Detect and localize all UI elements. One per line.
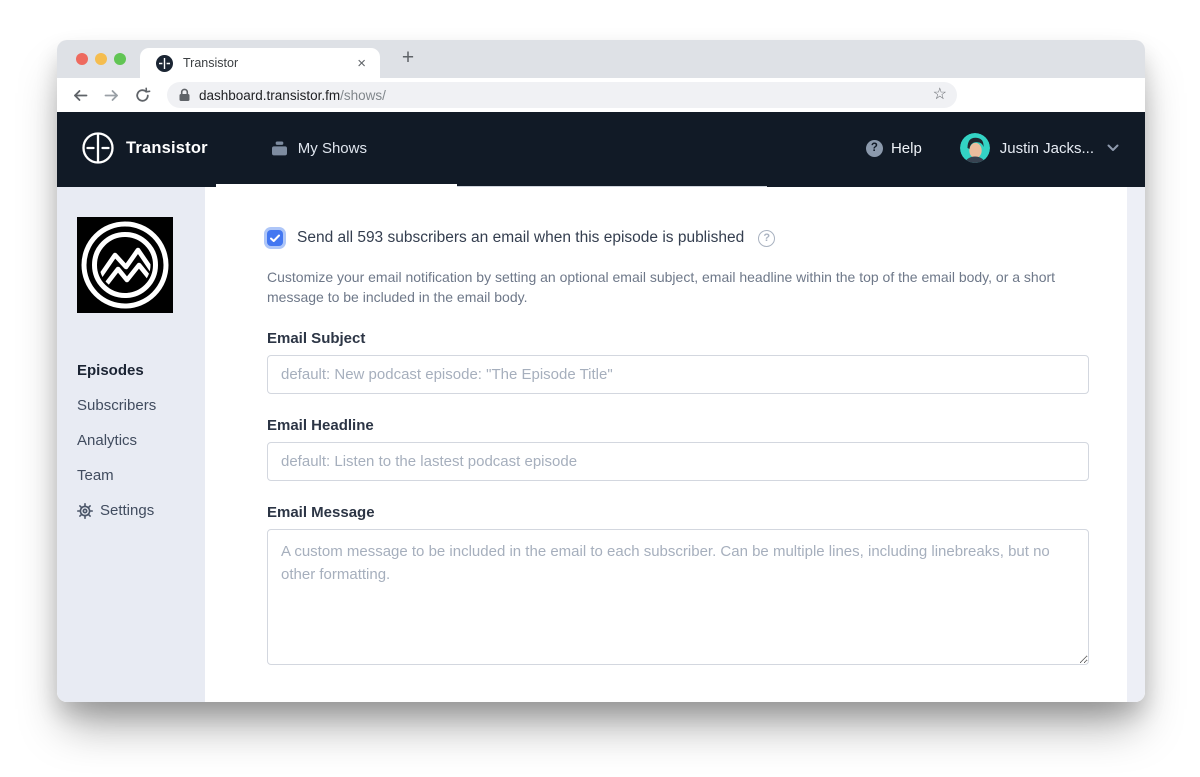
url-path: /shows/: [340, 88, 386, 103]
address-bar-input[interactable]: dashboard.transistor.fm/shows/ ☆: [167, 82, 957, 108]
transistor-brand[interactable]: Transistor: [81, 131, 208, 165]
window-controls: [76, 53, 126, 65]
sidebar-item-analytics[interactable]: Analytics: [77, 423, 205, 458]
email-headline-input[interactable]: [267, 442, 1089, 481]
shows-briefcase-icon: [270, 140, 289, 157]
user-name[interactable]: Justin Jacks...: [1000, 140, 1094, 157]
scrolled-tab-sliver: [216, 184, 457, 187]
brand-name: Transistor: [126, 139, 208, 158]
sidebar-item-label: Episodes: [77, 362, 144, 379]
email-message-field-group: Email Message: [267, 504, 1089, 670]
browser-tab[interactable]: Transistor ×: [140, 48, 380, 78]
sidebar-item-team[interactable]: Team: [77, 458, 205, 493]
main-row: Episodes Subscribers Analytics Team Sett…: [57, 187, 1145, 702]
help-tooltip-icon[interactable]: ?: [758, 230, 775, 247]
sidebar-item-label: Team: [77, 467, 114, 484]
transistor-logo-icon: [81, 131, 115, 165]
show-artwork[interactable]: [77, 217, 173, 313]
scrolled-header-sliver: [57, 184, 1145, 187]
app-navbar: Transistor My Shows ? Help: [57, 112, 1145, 184]
my-shows-link[interactable]: My Shows: [270, 140, 367, 157]
email-notification-form: Send all 593 subscribers an email when t…: [205, 187, 1127, 702]
close-window-button[interactable]: [76, 53, 88, 65]
send-email-checkbox[interactable]: [267, 230, 283, 246]
my-shows-label: My Shows: [298, 140, 367, 157]
gear-icon: [77, 503, 93, 519]
page-scrollbar-track[interactable]: [1127, 187, 1145, 702]
navbar-right: ? Help Justin Jacks...: [866, 133, 1119, 163]
bookmark-star-icon[interactable]: ☆: [933, 87, 947, 103]
chevron-down-icon[interactable]: [1107, 144, 1119, 152]
email-message-label: Email Message: [267, 504, 1089, 521]
user-avatar[interactable]: [960, 133, 990, 163]
zoom-window-button[interactable]: [114, 53, 126, 65]
help-icon: ?: [866, 140, 883, 157]
email-subject-field-group: Email Subject: [267, 330, 1089, 394]
email-customize-description: Customize your email notification by set…: [267, 268, 1075, 307]
sidebar-item-subscribers[interactable]: Subscribers: [77, 388, 205, 423]
back-icon[interactable]: [67, 82, 93, 108]
url-bar: dashboard.transistor.fm/shows/ ☆: [57, 78, 1145, 112]
send-email-label: Send all 593 subscribers an email when t…: [297, 229, 744, 247]
email-headline-field-group: Email Headline: [267, 417, 1089, 481]
help-label: Help: [891, 140, 922, 157]
lock-icon: [178, 88, 191, 102]
send-email-checkbox-row: Send all 593 subscribers an email when t…: [267, 229, 1089, 247]
sidebar-nav: Episodes Subscribers Analytics Team Sett…: [77, 353, 205, 528]
tab-title: Transistor: [183, 56, 355, 70]
minimize-window-button[interactable]: [95, 53, 107, 65]
email-message-textarea[interactable]: [267, 529, 1089, 665]
sidebar-item-label: Subscribers: [77, 397, 156, 414]
show-sidebar: Episodes Subscribers Analytics Team Sett…: [57, 187, 205, 702]
forward-icon[interactable]: [98, 82, 124, 108]
tab-close-icon[interactable]: ×: [355, 55, 368, 72]
reload-icon[interactable]: [129, 82, 155, 108]
sidebar-item-label: Analytics: [77, 432, 137, 449]
new-tab-button[interactable]: +: [393, 43, 423, 73]
browser-window: Transistor × + dashboard: [57, 40, 1145, 702]
email-subject-input[interactable]: [267, 355, 1089, 394]
transistor-favicon-icon: [156, 55, 173, 72]
email-subject-label: Email Subject: [267, 330, 1089, 347]
email-headline-label: Email Headline: [267, 417, 1089, 434]
url-text: dashboard.transistor.fm/shows/: [199, 88, 386, 103]
help-link[interactable]: ? Help: [866, 140, 922, 157]
sidebar-item-label: Settings: [100, 502, 154, 519]
sidebar-item-settings[interactable]: Settings: [77, 493, 205, 528]
sidebar-item-episodes[interactable]: Episodes: [77, 353, 205, 388]
url-domain: dashboard.transistor.fm: [199, 88, 340, 103]
tab-strip: Transistor × +: [57, 40, 1145, 78]
scrolled-border-sliver: [457, 186, 767, 187]
